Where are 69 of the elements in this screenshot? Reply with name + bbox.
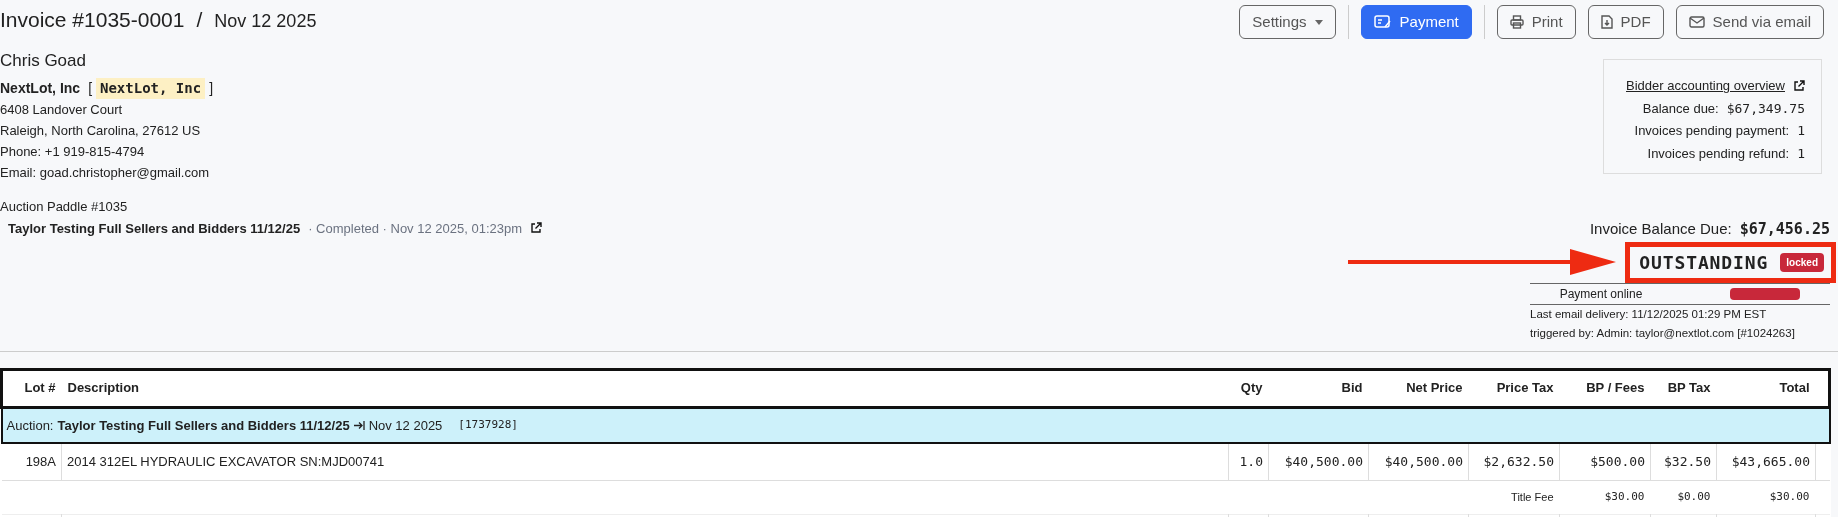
triggered-by-text: triggered by: Admin: taylor@nextlot.com [#1024263] bbox=[1530, 325, 1795, 341]
summary-value: 1 bbox=[1797, 122, 1805, 140]
column-header: BP Tax bbox=[1650, 369, 1717, 407]
payment-card-icon bbox=[1373, 15, 1392, 29]
table-cell: 2014 312EL HYDRAULIC EXCAVATOR SN:MJD00741 bbox=[61, 443, 1229, 480]
settings-dropdown[interactable]: Settings bbox=[1239, 5, 1336, 39]
address-line: Raleigh, North Carolina, 27612 US bbox=[0, 122, 202, 140]
summary-value: 1 bbox=[1797, 144, 1805, 163]
group-id: [1737928] bbox=[458, 417, 518, 433]
table-cell: $43,665.00 bbox=[1716, 443, 1816, 480]
table-cell: $500.00 bbox=[1559, 443, 1651, 480]
card-limit-text: Payment online bbox=[1559, 285, 1643, 303]
group-auction-name: Taylor Testing Full Sellers and Bidders 11/12/25 bbox=[57, 416, 350, 435]
fee-label: Title Fee bbox=[1468, 480, 1560, 514]
table-cell: 1.0 bbox=[1228, 443, 1269, 480]
email-button[interactable]: Send via email bbox=[1675, 5, 1824, 39]
summary-value: $67,349.75 bbox=[1726, 99, 1805, 118]
accounting-overview-link[interactable]: Bidder accounting overview bbox=[1626, 76, 1785, 96]
summary-label: Invoices pending refund: bbox=[1647, 144, 1790, 163]
table-cell: $30.00 bbox=[1559, 480, 1651, 514]
caret-icon bbox=[1314, 19, 1323, 25]
auction-name: Taylor Testing Full Sellers and Bidders 11/12/25 bbox=[8, 219, 301, 238]
address-line: 6408 Landover Court bbox=[0, 101, 124, 119]
table-cell: $40,500.00 bbox=[1368, 443, 1469, 480]
address-line: Email: goad.christopher@gmail.com bbox=[0, 164, 210, 182]
column-header: Bid bbox=[1268, 369, 1369, 407]
arrow-to-line-icon bbox=[353, 420, 365, 430]
invoice-status: OUTSTANDING bbox=[1639, 250, 1769, 275]
column-header: Qty bbox=[1228, 369, 1269, 407]
printer-icon bbox=[1509, 15, 1524, 29]
table-cell: $40,500.00 bbox=[1268, 443, 1369, 480]
table-cell: 198A bbox=[1, 443, 62, 480]
company-tag: NextLot, Inc bbox=[96, 78, 206, 99]
balance-label: Invoice Balance Due: bbox=[1589, 219, 1732, 239]
column-header: Total bbox=[1716, 369, 1816, 407]
envelope-icon bbox=[1688, 16, 1705, 28]
invoice-title: Invoice #1035-0001 bbox=[0, 7, 185, 33]
bracket-open: [ bbox=[88, 79, 92, 98]
external-link-icon bbox=[530, 222, 543, 235]
auction-status: · Completed · Nov 12 2025, 01:23pm bbox=[308, 219, 523, 238]
auction-paddle: Auction Paddle #1035 bbox=[0, 198, 129, 216]
column-header: Lot # bbox=[1, 369, 62, 407]
table-cell: $32.50 bbox=[1650, 443, 1717, 480]
external-link-icon bbox=[1793, 79, 1805, 92]
summary-label: Balance due: bbox=[1642, 99, 1719, 118]
company-name: NextLot, Inc bbox=[0, 79, 81, 98]
column-header: Description bbox=[61, 369, 1229, 407]
bidder-name: Chris Goad bbox=[0, 49, 87, 72]
file-download-icon bbox=[1600, 15, 1613, 29]
invoice-date: Nov 12 2025 bbox=[214, 10, 317, 33]
column-header: Net Price bbox=[1368, 369, 1469, 407]
bracket-close: ] bbox=[209, 79, 214, 98]
column-header: BP / Fees bbox=[1559, 369, 1651, 407]
pdf-button[interactable]: PDF bbox=[1587, 5, 1664, 39]
title-separator: / bbox=[196, 7, 203, 33]
group-prefix: Auction: bbox=[6, 416, 54, 435]
group-date: Nov 12 2025 bbox=[368, 416, 443, 435]
address-line: Phone: +1 919-815-4794 bbox=[0, 143, 146, 161]
locked-badge: locked bbox=[1780, 252, 1824, 272]
table-cell: $0.00 bbox=[1650, 480, 1717, 514]
primary-button[interactable]: Payment bbox=[1360, 5, 1472, 39]
payment-badge bbox=[1730, 287, 1801, 300]
summary-label: Invoices pending payment: bbox=[1634, 122, 1790, 140]
column-header: Price Tax bbox=[1468, 369, 1560, 407]
last-email-text: Last email delivery: 11/12/2025 01:29 PM EST bbox=[1530, 306, 1767, 322]
print-button[interactable]: Print bbox=[1496, 5, 1576, 39]
table-cell: $30.00 bbox=[1716, 480, 1816, 514]
balance-value: $67,456.25 bbox=[1739, 219, 1830, 240]
table-cell: $2,632.50 bbox=[1468, 443, 1560, 480]
